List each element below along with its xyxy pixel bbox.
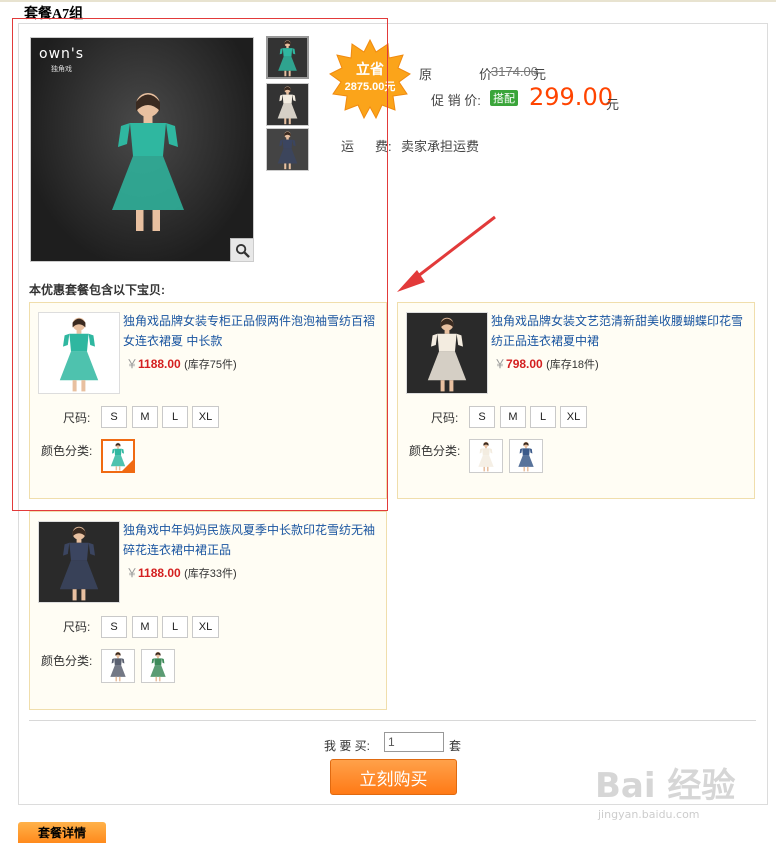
- product-2-color-swatch-2[interactable]: [509, 439, 543, 473]
- buy-now-button[interactable]: 立刻购买: [330, 759, 457, 795]
- promo-price: 299.00: [529, 83, 613, 111]
- package-details-tab[interactable]: 套餐详情: [18, 822, 106, 843]
- product-3-size-label: 尺码:: [63, 620, 91, 634]
- product-2-stock: (库存18件): [546, 359, 599, 371]
- annotation-arrow-icon: [397, 215, 496, 292]
- product-3-size-xl[interactable]: XL: [192, 616, 219, 638]
- watermark-url: jingyan.baidu.com: [598, 808, 700, 821]
- product-3-currency: ￥: [126, 566, 139, 580]
- product-3-price-row: ￥1188.00 (库存33件): [126, 564, 237, 581]
- product-3-color-label: 颜色分类:: [41, 654, 93, 668]
- swatch-dress-blue: [510, 440, 542, 472]
- purchase-divider: [29, 720, 756, 721]
- product-3-image[interactable]: [38, 521, 120, 603]
- promo-price-label: 促 销 价:: [431, 93, 481, 108]
- quantity-label: 我 要 买:: [324, 739, 371, 753]
- product-3-stock: (库存33件): [184, 568, 237, 580]
- quantity-unit: 套: [449, 739, 462, 753]
- highlight-box: [12, 18, 388, 511]
- product-3-price: 1188.00: [138, 566, 181, 580]
- quantity-input[interactable]: [384, 732, 444, 752]
- original-label-1: 原: [419, 67, 433, 82]
- product-card-2: 独角戏品牌女装文艺范清新甜美收腰蝴蝶印花雪纺正品连衣裙夏中裙 ￥798.00 (…: [397, 302, 755, 499]
- product-2-currency: ￥: [494, 357, 507, 371]
- product-2-title[interactable]: 独角戏品牌女装文艺范清新甜美收腰蝴蝶印花雪纺正品连衣裙夏中裙: [491, 311, 749, 351]
- promo-badge: 搭配: [490, 90, 518, 106]
- product-2-photo: [407, 313, 487, 393]
- product-3-color-swatch-2[interactable]: [141, 649, 175, 683]
- product-2-color-label: 颜色分类:: [409, 444, 461, 458]
- top-divider: [0, 0, 776, 2]
- promo-unit: 元: [606, 97, 620, 112]
- product-3-color-swatch-1[interactable]: [101, 649, 135, 683]
- product-2-size-s[interactable]: S: [469, 406, 495, 428]
- product-card-3: 独角戏中年妈妈民族风夏季中长款印花雪纺无袖碎花连衣裙中裙正品 ￥1188.00 …: [29, 511, 387, 710]
- product-3-size-m[interactable]: M: [132, 616, 158, 638]
- product-3-size-l[interactable]: L: [162, 616, 188, 638]
- product-2-size-m[interactable]: M: [500, 406, 526, 428]
- original-unit: 元: [533, 67, 547, 82]
- swatch-dress-white: [470, 440, 502, 472]
- product-2-size-label: 尺码:: [431, 411, 459, 425]
- swatch-dress-green: [142, 650, 174, 682]
- original-price: 3174.00: [491, 64, 538, 79]
- swatch-dress-grey: [102, 650, 134, 682]
- watermark-logo: Bai 经验: [595, 766, 736, 806]
- product-3-size-s[interactable]: S: [101, 616, 127, 638]
- product-2-price: 798.00: [506, 357, 543, 371]
- product-2-image[interactable]: [406, 312, 488, 394]
- product-2-size-l[interactable]: L: [530, 406, 556, 428]
- shipping-value: 卖家承担运费: [401, 139, 480, 154]
- product-2-color-swatch-1[interactable]: [469, 439, 503, 473]
- product-2-price-row: ￥798.00 (库存18件): [494, 355, 599, 372]
- product-3-title[interactable]: 独角戏中年妈妈民族风夏季中长款印花雪纺无袖碎花连衣裙中裙正品: [123, 520, 381, 560]
- product-2-size-xl[interactable]: XL: [560, 406, 587, 428]
- product-3-photo: [39, 522, 119, 602]
